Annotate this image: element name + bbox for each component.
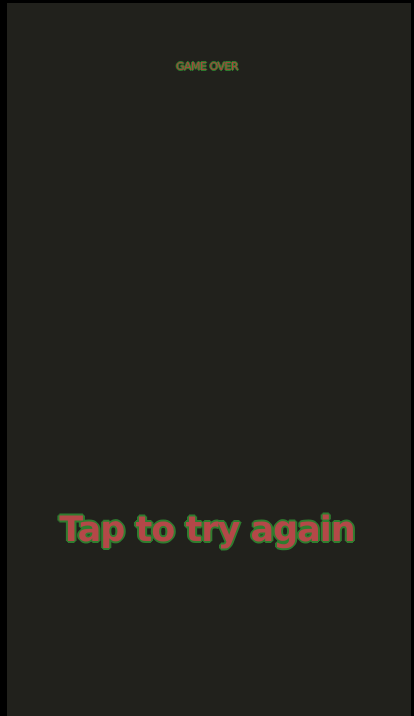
try-again-prompt[interactable]: Tap to try again	[0, 506, 414, 554]
game-canvas[interactable]	[7, 3, 411, 716]
game-over-label: GAME OVER	[175, 60, 239, 74]
game-viewport: GAME OVER Tap to try again	[0, 0, 414, 716]
